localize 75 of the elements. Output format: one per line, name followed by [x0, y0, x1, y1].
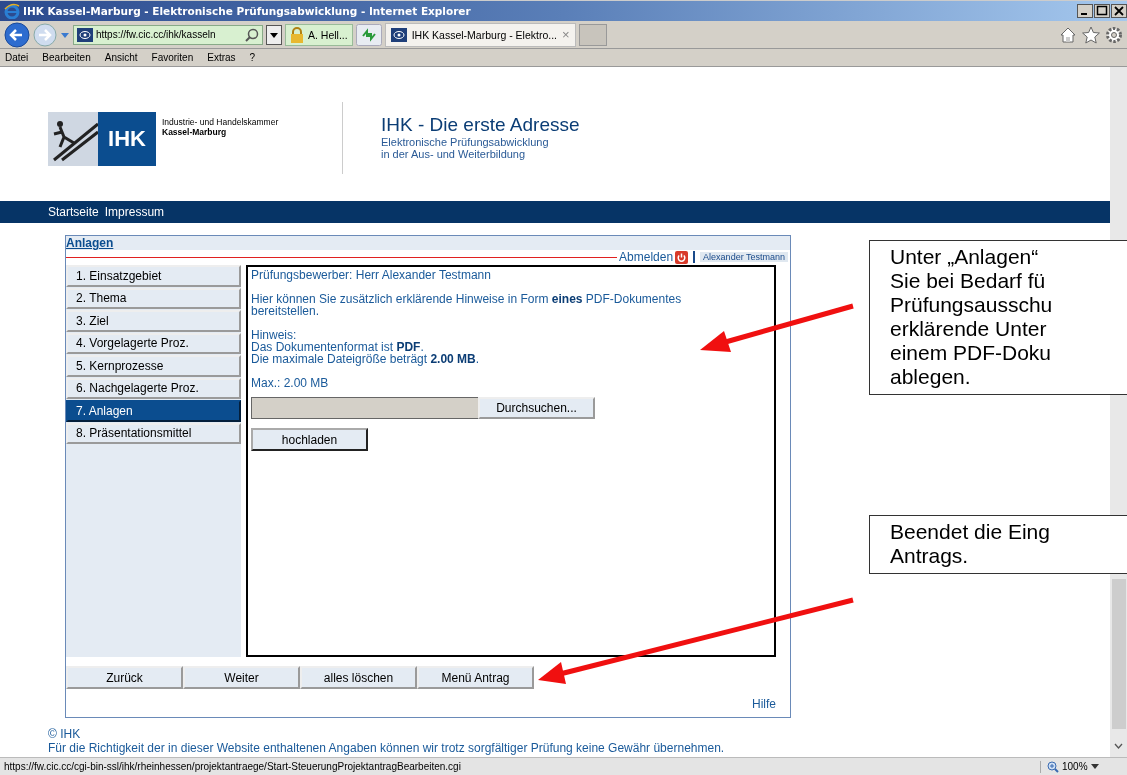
refresh-icon[interactable]: [355, 23, 382, 46]
nav-link[interactable]: Impressum: [104, 205, 165, 219]
scroll-thumb[interactable]: [1111, 579, 1126, 729]
step-tab[interactable]: 2. Thema: [66, 287, 241, 309]
step-tab[interactable]: 4. Vorgelagerte Proz.: [66, 332, 241, 354]
padlock-icon[interactable]: [290, 26, 304, 43]
callout-text: Antrags.: [890, 544, 970, 568]
step-tab[interactable]: 1. Einsatzgebiet: [66, 265, 241, 287]
status-url: https://fw.cic.cc/cgi-bin-ssl/ihk/rheinhessen/projektantraege/Start-SteuerungProjektantragBearbeiten.cgi: [4, 761, 462, 772]
intro-text: Hier können Sie zusätzlich erklärende Hinweise in Form eines PDF-Dokumentes bereitstellen.: [251, 293, 683, 317]
back-icon[interactable]: [4, 21, 30, 48]
nav-button[interactable]: Zurück: [66, 666, 183, 689]
security-badge[interactable]: A. Hell...: [285, 23, 353, 46]
callout-text: Sie bei Bedarf fü: [890, 269, 1047, 293]
site-subtitle: in der Aus- und Weiterbildung: [381, 148, 527, 160]
window-title: IHK Kassel-Marburg - Elektronische Prüfungsabwicklung - Internet Explorer: [23, 5, 472, 17]
hint-title: Hinweis:: [251, 329, 298, 341]
site-icon[interactable]: [77, 27, 93, 42]
step-tab[interactable]: 5. Kernprozesse: [66, 355, 241, 377]
copyright-text: © IHK: [48, 727, 82, 741]
favorites-star-icon[interactable]: [1082, 25, 1100, 44]
climber-icon[interactable]: [48, 112, 98, 166]
max-size-text: Max.: 2.00 MB: [251, 377, 329, 389]
hint-text: Die maximale Dateigröße beträgt 2.00 MB.: [251, 353, 480, 365]
menu-item[interactable]: Datei: [5, 52, 29, 63]
callout-text: einem PDF-Doku: [890, 341, 1053, 365]
callout-text: Beendet die Eing: [890, 520, 1051, 544]
maximize-icon[interactable]: [1094, 4, 1110, 18]
browser-tab[interactable]: IHK Kassel-Marburg - Elektro... ×: [384, 22, 576, 47]
help-link[interactable]: Hilfe: [752, 697, 776, 711]
step-tab[interactable]: 8. Präsentationsmittel: [66, 422, 241, 444]
organization-name: Industrie- und Handelskammer: [162, 117, 280, 127]
close-icon[interactable]: [1111, 4, 1127, 18]
nav-link[interactable]: Startseite: [48, 205, 99, 219]
file-path-field[interactable]: [251, 397, 478, 419]
callout-text: Prüfungsausschu: [890, 293, 1054, 317]
browser-logo-icon[interactable]: [4, 3, 20, 19]
zoom-control[interactable]: 100%: [1040, 760, 1127, 773]
organization-city: Kassel-Marburg: [162, 127, 228, 137]
caret-icon[interactable]: [1090, 764, 1099, 769]
step-tab[interactable]: 6. Nachgelagerte Proz.: [66, 377, 241, 399]
menu-item[interactable]: Ansicht: [104, 52, 138, 63]
hint-text: Das Dokumentenformat ist PDF.: [251, 341, 425, 353]
address-field[interactable]: https://fw.cic.cc/ihk/kasseln: [73, 24, 263, 45]
settings-icon[interactable]: [1105, 25, 1123, 44]
logout-link[interactable]: Abmelden: [619, 250, 674, 264]
power-icon[interactable]: [675, 250, 689, 264]
home-icon[interactable]: [1059, 25, 1077, 44]
menu-item[interactable]: Favoriten: [151, 52, 194, 63]
menu-item[interactable]: ?: [249, 52, 256, 63]
site-title: IHK - Die erste Adresse: [381, 114, 580, 136]
scroll-down-icon[interactable]: [1114, 743, 1123, 749]
nav-button[interactable]: Weiter: [183, 666, 300, 689]
nav-button[interactable]: Menü Antrag: [417, 666, 534, 689]
menu-item[interactable]: Bearbeiten: [42, 52, 91, 63]
nav-button[interactable]: alles löschen: [300, 666, 417, 689]
step-tab[interactable]: 7. Anlagen: [66, 400, 241, 422]
zoom-icon[interactable]: [1047, 760, 1059, 773]
callout-text: Unter „Anlagen“: [890, 245, 1040, 269]
url-text: https://fw.cic.cc/ihk/kasseln: [96, 29, 217, 40]
site-icon[interactable]: [390, 27, 407, 42]
user-name: Alexander Testmann: [700, 252, 788, 262]
dropdown-icon[interactable]: [266, 24, 282, 45]
step-tab[interactable]: 3. Ziel: [66, 310, 241, 332]
browse-button[interactable]: Durchsuchen...: [478, 397, 595, 419]
menu-item[interactable]: Extras: [207, 52, 236, 63]
section-title-link[interactable]: Anlagen: [66, 236, 114, 250]
callout-text: ablegen.: [890, 365, 972, 389]
search-icon[interactable]: [245, 27, 259, 42]
disclaimer-text: Für die Richtigkeit der in dieser Website enthaltenen Angaben können wir trotz sorgfältiger Prüfung keine Gewähr übernehmen.: [48, 741, 726, 755]
applicant-text: Prüfungsbewerber: Herr Alexander Testmann: [251, 269, 491, 281]
upload-button[interactable]: hochladen: [251, 428, 368, 451]
site-subtitle: Elektronische Prüfungsabwicklung: [381, 136, 550, 148]
callout-text: erklärende Unter: [890, 317, 1048, 341]
minimize-icon[interactable]: [1077, 4, 1093, 18]
